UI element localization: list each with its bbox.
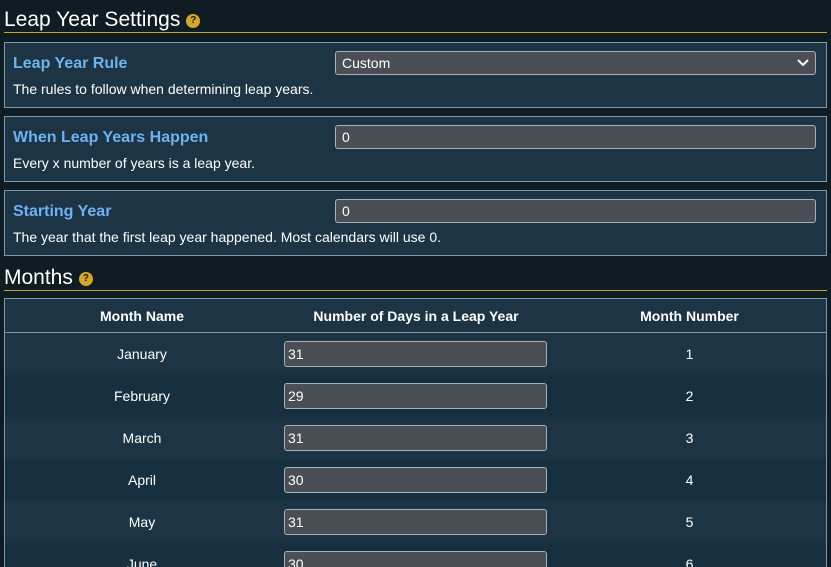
help-icon[interactable]: ?	[186, 13, 201, 28]
leap-days-input[interactable]: 31	[284, 341, 547, 367]
leap-frequency-description: Every x number of years is a leap year.	[13, 155, 255, 171]
month-number-cell: 2	[685, 388, 694, 404]
leap-year-rule-selected-value: Custom	[342, 55, 391, 71]
table-row: February 29 2	[5, 375, 826, 417]
leap-year-rule-description: The rules to follow when determining lea…	[13, 81, 314, 97]
months-table-header: Month Name Number of Days in a Leap Year…	[5, 299, 826, 333]
month-number-cell: 4	[685, 472, 694, 488]
leap-days-input[interactable]: 30	[284, 551, 547, 567]
month-number-cell: 1	[685, 346, 694, 362]
leap-days-input[interactable]: 31	[284, 509, 547, 535]
leap-year-rule-setting: Leap Year Rule The rules to follow when …	[4, 42, 827, 108]
month-name-cell: February	[113, 388, 171, 404]
month-name-cell: January	[117, 346, 167, 362]
table-row: January 31 1	[5, 333, 826, 375]
month-name-cell: March	[122, 430, 162, 446]
leap-days-input[interactable]: 29	[284, 383, 547, 409]
leap-year-rule-label: Leap Year Rule	[13, 55, 128, 72]
starting-year-input[interactable]: 0	[335, 199, 816, 223]
starting-year-label: Starting Year	[13, 203, 112, 220]
months-heading: Months ?	[4, 264, 827, 291]
leap-year-rule-select[interactable]: Custom	[335, 51, 816, 75]
leap-frequency-label: When Leap Years Happen	[13, 129, 209, 146]
starting-year-description: The year that the first leap year happen…	[13, 229, 442, 245]
column-header-month-number: Month Number	[640, 307, 739, 324]
leap-year-page: Leap Year Settings ? Leap Year Rule The …	[0, 0, 831, 567]
month-number-cell: 5	[685, 514, 694, 530]
column-header-leap-days: Number of Days in a Leap Year	[313, 307, 519, 324]
leap-days-input[interactable]: 31	[284, 425, 547, 451]
leap-year-settings-title: Leap Year Settings	[4, 7, 181, 31]
starting-year-setting: Starting Year The year that the first le…	[4, 190, 827, 256]
months-title: Months	[4, 265, 73, 289]
month-name-cell: June	[126, 556, 158, 567]
table-row: March 31 3	[5, 417, 826, 459]
chevron-down-icon	[797, 56, 809, 70]
leap-frequency-input[interactable]: 0	[335, 125, 816, 149]
month-number-cell: 6	[685, 556, 694, 567]
column-header-month-name: Month Name	[100, 307, 184, 324]
table-row: June 30 6	[5, 543, 826, 567]
month-number-cell: 3	[685, 430, 694, 446]
table-row: April 30 4	[5, 459, 826, 501]
leap-year-settings-heading: Leap Year Settings ?	[4, 6, 827, 33]
leap-days-input[interactable]: 30	[284, 467, 547, 493]
leap-frequency-setting: When Leap Years Happen Every x number of…	[4, 116, 827, 182]
months-table: Month Name Number of Days in a Leap Year…	[4, 298, 827, 567]
month-name-cell: May	[128, 514, 156, 530]
table-row: May 31 5	[5, 501, 826, 543]
help-icon[interactable]: ?	[78, 271, 93, 286]
month-name-cell: April	[127, 472, 156, 488]
